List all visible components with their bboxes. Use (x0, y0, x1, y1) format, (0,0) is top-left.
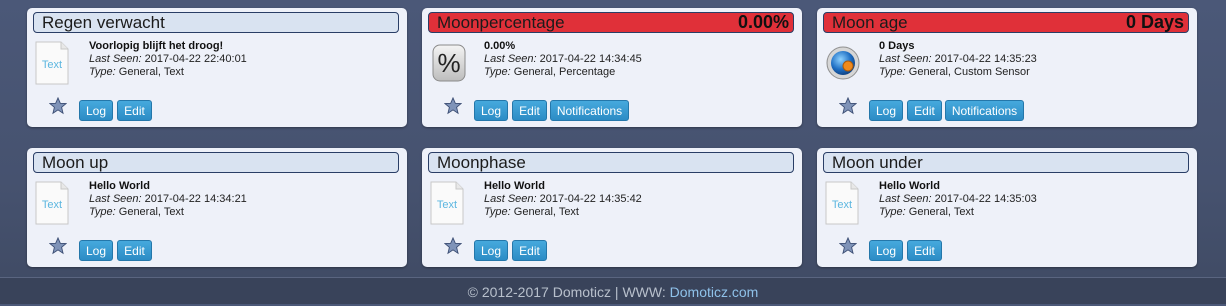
footer-link[interactable]: Domoticz.com (670, 284, 759, 300)
notifications-button[interactable]: Notifications (550, 100, 629, 121)
device-info: Hello World Last Seen: 2017-04-22 14:35:… (484, 180, 642, 218)
device-info: 0.00% Last Seen: 2017-04-22 14:34:45 Typ… (484, 40, 642, 78)
edit-button[interactable]: Edit (512, 240, 547, 261)
log-button[interactable]: Log (79, 240, 113, 261)
edit-button[interactable]: Edit (907, 240, 942, 261)
log-button[interactable]: Log (474, 100, 508, 121)
device-card-moon-under: Moon under Text Hello World Last Seen: 2… (817, 148, 1197, 267)
text-file-icon: Text (35, 41, 69, 85)
edit-button[interactable]: Edit (117, 240, 152, 261)
device-type: General, Text (513, 206, 579, 218)
favorite-star-icon[interactable] (49, 237, 67, 255)
device-info: Voorlopig blijft het droog! Last Seen: 2… (89, 40, 247, 78)
card-title: Moon age 0 Days (823, 12, 1189, 33)
device-value: Hello World (484, 180, 545, 192)
device-type: General, Text (118, 66, 184, 78)
favorite-star-icon[interactable] (444, 97, 462, 115)
percent-icon: % (432, 44, 466, 82)
log-button[interactable]: Log (869, 240, 903, 261)
last-seen: 2017-04-22 14:35:03 (934, 193, 1037, 205)
edit-button[interactable]: Edit (117, 100, 152, 121)
device-card-moon-age: Moon age 0 Days 0 Days Last Seen: 2017-04… (817, 8, 1197, 127)
svg-text:Text: Text (42, 199, 62, 211)
device-info: 0 Days Last Seen: 2017-04-22 14:35:23 Ty… (879, 40, 1037, 78)
device-value: 0 Days (879, 40, 915, 52)
notifications-button[interactable]: Notifications (945, 100, 1024, 121)
device-value: Hello World (879, 180, 940, 192)
last-seen: 2017-04-22 14:34:21 (144, 193, 247, 205)
title-value: 0.00% (737, 12, 789, 32)
svg-text:%: % (437, 48, 460, 78)
device-type: General, Custom Sensor (908, 66, 1030, 78)
favorite-star-icon[interactable] (839, 97, 857, 115)
log-button[interactable]: Log (474, 240, 508, 261)
last-seen: 2017-04-22 14:35:23 (934, 53, 1037, 65)
device-info: Hello World Last Seen: 2017-04-22 14:35:… (879, 180, 1037, 218)
edit-button[interactable]: Edit (907, 100, 942, 121)
card-title: Regen verwacht (33, 12, 399, 33)
device-info: Hello World Last Seen: 2017-04-22 14:34:… (89, 180, 247, 218)
card-title: Moonphase (428, 152, 794, 173)
text-file-icon: Text (430, 181, 464, 225)
favorite-star-icon[interactable] (49, 97, 67, 115)
last-seen: 2017-04-22 14:34:45 (539, 53, 642, 65)
svg-text:Text: Text (832, 199, 852, 211)
device-value: Hello World (89, 180, 150, 192)
title-value: 0 Days (1125, 12, 1184, 32)
last-seen: 2017-04-22 14:35:42 (539, 193, 642, 205)
device-card-regen-verwacht: Regen verwacht Text Voorlopig blijft het… (27, 8, 407, 127)
device-value: 0.00% (484, 40, 516, 52)
device-type: General, Text (908, 206, 974, 218)
device-card-moon-up: Moon up Text Hello World Last Seen: 2017… (27, 148, 407, 267)
custom-sensor-icon (826, 46, 860, 80)
favorite-star-icon[interactable] (839, 237, 857, 255)
svg-text:Text: Text (437, 199, 457, 211)
device-type: General, Text (118, 206, 184, 218)
device-card-moonpercentage: Moonpercentage 0.00% % 0.00% Last Seen: 2… (422, 8, 802, 127)
log-button[interactable]: Log (79, 100, 113, 121)
footer-copyright: © 2012-2017 Domoticz | WWW: (467, 284, 670, 300)
favorite-star-icon[interactable] (444, 237, 462, 255)
footer: © 2012-2017 Domoticz | WWW: Domoticz.com (0, 277, 1226, 304)
card-title: Moonpercentage 0.00% (428, 12, 794, 33)
card-title: Moon up (33, 152, 399, 173)
svg-text:Text: Text (42, 59, 62, 71)
device-value: Voorlopig blijft het droog! (89, 40, 224, 52)
card-title: Moon under (823, 152, 1189, 173)
log-button[interactable]: Log (869, 100, 903, 121)
text-file-icon: Text (825, 181, 859, 225)
text-file-icon: Text (35, 181, 69, 225)
device-type: General, Percentage (513, 66, 616, 78)
edit-button[interactable]: Edit (512, 100, 547, 121)
device-card-moonphase: Moonphase Text Hello World Last Seen: 20… (422, 148, 802, 267)
last-seen: 2017-04-22 22:40:01 (144, 53, 247, 65)
